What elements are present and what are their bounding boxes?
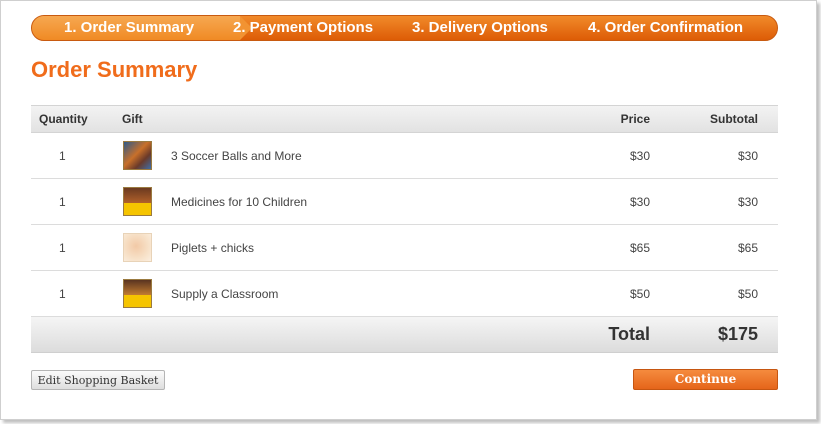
step-order-summary[interactable]: 1. Order Summary xyxy=(32,16,252,40)
header-gift: Gift xyxy=(122,112,143,126)
children-medicine-photo-icon xyxy=(123,187,152,216)
row-price: $50 xyxy=(629,287,650,301)
header-price: Price xyxy=(620,112,650,126)
total-value: $175 xyxy=(717,324,758,344)
continue-button[interactable]: Continue xyxy=(633,369,778,390)
row-quantity: 1 xyxy=(59,287,66,301)
checkout-panel: 1. Order Summary 2. Payment Options 3. D… xyxy=(0,0,817,420)
table-row: 1 3 Soccer Balls and More $30 $30 xyxy=(31,133,778,179)
row-subtotal: $30 xyxy=(737,195,758,209)
step-delivery-options[interactable]: 3. Delivery Options xyxy=(412,16,548,40)
row-quantity: 1 xyxy=(59,195,66,209)
table-header: Quantity Gift Price Subtotal xyxy=(31,105,778,133)
order-table: Quantity Gift Price Subtotal 1 3 Soccer … xyxy=(31,105,778,353)
page-title: Order Summary xyxy=(31,57,198,82)
total-label: Total xyxy=(608,324,650,344)
table-row: 1 Piglets + chicks $65 $65 xyxy=(31,225,778,271)
row-price: $65 xyxy=(629,241,650,255)
classroom-photo-icon xyxy=(123,279,152,308)
row-price: $30 xyxy=(629,149,650,163)
gift-name: Medicines for 10 Children xyxy=(171,195,308,209)
table-row: 1 Medicines for 10 Children $30 $30 xyxy=(31,179,778,225)
row-price: $30 xyxy=(629,195,650,209)
row-subtotal: $30 xyxy=(737,149,758,163)
row-subtotal: $50 xyxy=(737,287,758,301)
table-row: 1 Supply a Classroom $50 $50 xyxy=(31,271,778,317)
piglet-photo-icon xyxy=(123,233,152,262)
gift-name: Piglets + chicks xyxy=(171,241,255,255)
row-subtotal: $65 xyxy=(737,241,758,255)
row-quantity: 1 xyxy=(59,241,66,255)
step-order-confirmation[interactable]: 4. Order Confirmation xyxy=(588,16,743,40)
step-payment-options[interactable]: 2. Payment Options xyxy=(233,16,373,40)
row-quantity: 1 xyxy=(59,149,66,163)
gift-name: 3 Soccer Balls and More xyxy=(171,149,302,163)
soccer-players-photo-icon xyxy=(123,141,152,170)
edit-shopping-basket-button[interactable]: Edit Shopping Basket xyxy=(31,370,165,390)
table-total-row: Total $175 xyxy=(31,317,778,353)
header-quantity: Quantity xyxy=(39,112,88,126)
checkout-steps-bar: 1. Order Summary 2. Payment Options 3. D… xyxy=(31,15,778,41)
header-subtotal: Subtotal xyxy=(710,112,758,126)
gift-name: Supply a Classroom xyxy=(171,287,279,301)
